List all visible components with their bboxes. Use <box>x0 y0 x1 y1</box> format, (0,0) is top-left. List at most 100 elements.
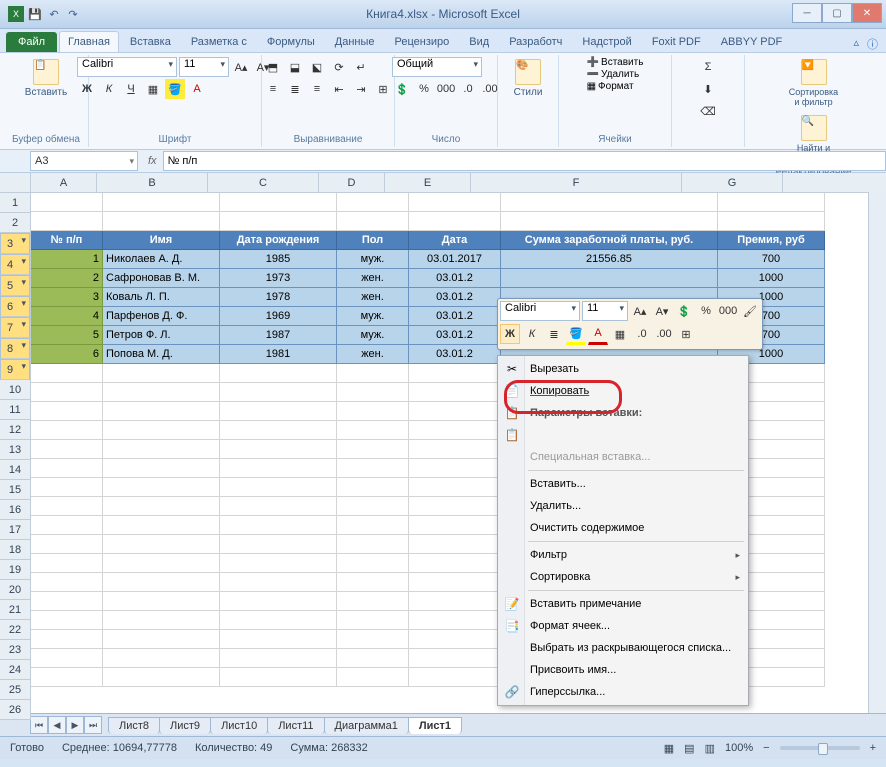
minimize-ribbon-icon[interactable]: ▵ <box>853 36 859 52</box>
ctx-clear[interactable]: Очистить содержимое <box>498 517 748 539</box>
cell[interactable]: Пол <box>337 231 409 250</box>
mini-decdec-icon[interactable]: .00 <box>654 324 674 344</box>
cell[interactable]: 1981 <box>220 345 337 364</box>
cell[interactable] <box>409 440 501 459</box>
cell[interactable] <box>220 402 337 421</box>
formula-bar[interactable]: № п/п <box>163 151 886 171</box>
row-header[interactable]: 17 <box>0 520 30 540</box>
row-header[interactable]: 6 <box>0 296 30 317</box>
indent-dec-icon[interactable]: ⇤ <box>329 79 349 99</box>
tab-dev[interactable]: Разработч <box>500 31 571 52</box>
cell[interactable] <box>103 364 220 383</box>
cell[interactable] <box>220 554 337 573</box>
cell[interactable]: 03.01.2 <box>409 288 501 307</box>
currency-icon[interactable]: 💲 <box>392 79 412 99</box>
row-header[interactable]: 19 <box>0 560 30 580</box>
ctx-dropdown-pick[interactable]: Выбрать из раскрывающегося списка... <box>498 637 748 659</box>
row-header[interactable]: 4 <box>0 254 30 275</box>
cell[interactable] <box>337 402 409 421</box>
view-layout-icon[interactable]: ▤ <box>684 742 694 755</box>
cell[interactable] <box>337 383 409 402</box>
view-normal-icon[interactable]: ▦ <box>664 742 674 755</box>
col-header-A[interactable]: A <box>31 173 97 192</box>
cell[interactable]: муж. <box>337 307 409 326</box>
col-header-G[interactable]: G <box>682 173 783 192</box>
cell[interactable]: Премия, руб <box>718 231 825 250</box>
mini-center-icon[interactable]: ≣ <box>544 324 564 344</box>
cell[interactable] <box>409 668 501 687</box>
cell[interactable] <box>220 478 337 497</box>
cell[interactable] <box>103 573 220 592</box>
cell[interactable] <box>31 402 103 421</box>
cell[interactable] <box>337 421 409 440</box>
mini-italic-button[interactable]: К <box>522 324 542 344</box>
col-header-C[interactable]: C <box>208 173 319 192</box>
cell[interactable] <box>409 573 501 592</box>
cell[interactable] <box>220 630 337 649</box>
file-tab[interactable]: Файл <box>6 32 57 52</box>
cell[interactable] <box>31 668 103 687</box>
ctx-insert[interactable]: Вставить... <box>498 473 748 495</box>
cell[interactable] <box>409 554 501 573</box>
cell[interactable] <box>220 535 337 554</box>
cell[interactable] <box>337 535 409 554</box>
cell[interactable] <box>337 497 409 516</box>
paste-button[interactable]: 📋Вставить <box>21 57 71 100</box>
cell[interactable]: 03.01.2 <box>409 307 501 326</box>
cell[interactable] <box>409 212 501 231</box>
fill-color-button[interactable]: 🪣 <box>165 79 185 99</box>
cell[interactable] <box>337 459 409 478</box>
cell[interactable]: № п/п <box>31 231 103 250</box>
tab-formulas[interactable]: Формулы <box>258 31 324 52</box>
cell[interactable] <box>31 478 103 497</box>
mini-fill-icon[interactable]: 🪣 <box>566 323 586 345</box>
cell[interactable]: 1969 <box>220 307 337 326</box>
cell[interactable] <box>103 611 220 630</box>
row-header[interactable]: 24 <box>0 660 30 680</box>
cell[interactable]: 03.01.2 <box>409 326 501 345</box>
col-header-F[interactable]: F <box>471 173 682 192</box>
cell[interactable] <box>409 402 501 421</box>
fx-icon[interactable]: fx <box>148 155 157 167</box>
cell[interactable] <box>337 193 409 212</box>
cell[interactable]: 4 <box>31 307 103 326</box>
cell[interactable] <box>337 592 409 611</box>
cell[interactable] <box>103 554 220 573</box>
cell[interactable]: Дата рождения <box>220 231 337 250</box>
cell[interactable] <box>103 649 220 668</box>
mini-currency-icon[interactable]: 💲 <box>674 301 694 321</box>
cell[interactable] <box>103 516 220 535</box>
cell[interactable] <box>409 516 501 535</box>
cell[interactable] <box>103 478 220 497</box>
col-header-B[interactable]: B <box>97 173 208 192</box>
cell[interactable] <box>103 193 220 212</box>
cell[interactable] <box>337 516 409 535</box>
row-header[interactable]: 21 <box>0 600 30 620</box>
cell[interactable] <box>103 383 220 402</box>
save-icon[interactable]: 💾 <box>27 6 43 22</box>
row-header[interactable]: 16 <box>0 500 30 520</box>
maximize-button[interactable]: ▢ <box>822 3 852 23</box>
cell[interactable]: 1987 <box>220 326 337 345</box>
cell[interactable] <box>103 212 220 231</box>
cell[interactable] <box>103 668 220 687</box>
border-button[interactable]: ▦ <box>143 79 163 99</box>
cell[interactable] <box>220 459 337 478</box>
cell[interactable] <box>409 193 501 212</box>
grow-font-icon[interactable]: A▴ <box>231 57 251 77</box>
row-header[interactable]: 10 <box>0 380 30 400</box>
cell[interactable] <box>31 440 103 459</box>
cell[interactable] <box>409 383 501 402</box>
row-header[interactable]: 3 <box>0 233 30 254</box>
cell[interactable] <box>103 535 220 554</box>
cell[interactable]: 3 <box>31 288 103 307</box>
cell[interactable]: муж. <box>337 250 409 269</box>
tab-review[interactable]: Рецензиро <box>386 31 459 52</box>
name-box[interactable]: A3 <box>30 151 138 171</box>
ctx-delete[interactable]: Удалить... <box>498 495 748 517</box>
cell[interactable] <box>220 497 337 516</box>
cell[interactable] <box>220 421 337 440</box>
ctx-hyperlink[interactable]: 🔗Гиперссылка... <box>498 681 748 703</box>
mini-grow-icon[interactable]: A▴ <box>630 301 650 321</box>
row-header[interactable]: 8 <box>0 338 30 359</box>
